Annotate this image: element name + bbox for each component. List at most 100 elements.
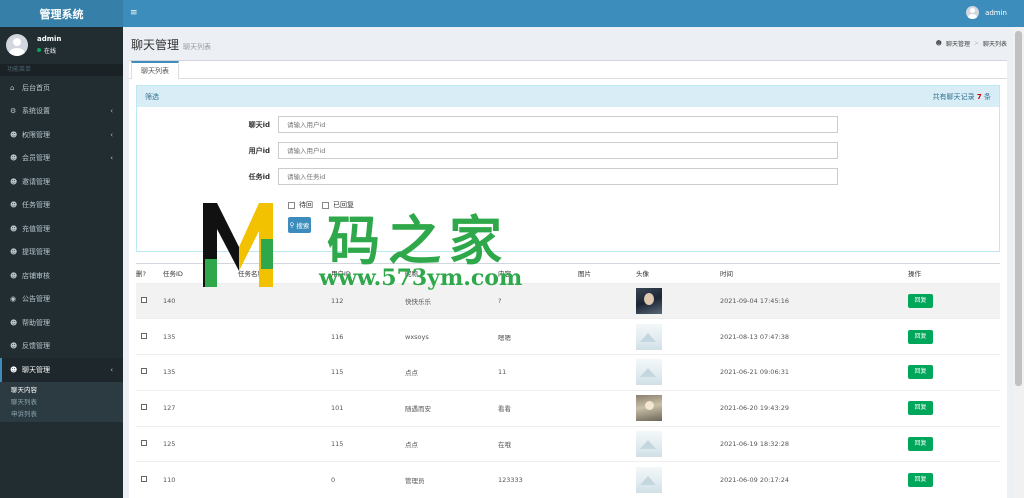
row-checkbox[interactable] xyxy=(141,296,147,303)
users-icon: ☻ xyxy=(10,365,18,374)
submenu-item-2[interactable]: 申诉列表 xyxy=(0,408,123,420)
row-checkbox[interactable] xyxy=(141,368,147,375)
sidebar-item-2[interactable]: ☻ 权限管理 ‹ xyxy=(0,123,123,147)
menu-toggle-icon[interactable]: ≡ xyxy=(130,8,138,18)
row-checkbox[interactable] xyxy=(141,332,147,339)
table-row: 135 115 点点 11 2021-06-21 09:06:31 回复 xyxy=(136,354,1000,391)
cell-task-id: 127 xyxy=(163,389,238,427)
nav-user-name: admin xyxy=(985,8,1007,17)
scroll-thumb[interactable] xyxy=(1015,31,1022,386)
replied-checkbox[interactable]: 已回复 xyxy=(322,200,354,210)
reply-button[interactable]: 回复 xyxy=(908,473,933,488)
sidebar-item-label: 提现管理 xyxy=(22,248,50,257)
row-checkbox[interactable] xyxy=(141,476,147,483)
top-navbar: ≡ admin xyxy=(123,0,1024,27)
cell-content: 123333 xyxy=(498,461,578,498)
cell-task-id: 135 xyxy=(163,354,238,391)
cell-avatar xyxy=(636,354,720,391)
chat-id-input[interactable] xyxy=(278,116,838,133)
nav-user-menu[interactable]: admin xyxy=(966,6,1007,19)
sidebar-item-6[interactable]: ☻ 充值管理 xyxy=(0,217,123,241)
sidebar-item-4[interactable]: ☻ 邀请管理 xyxy=(0,170,123,194)
sidebar-item-11[interactable]: ☻ 反馈管理 xyxy=(0,335,123,359)
row-checkbox[interactable] xyxy=(141,440,147,447)
cell-user-id: 116 xyxy=(331,318,405,355)
cell-image xyxy=(578,282,636,319)
reply-button[interactable]: 回复 xyxy=(908,437,933,452)
cell-user-id: 112 xyxy=(331,282,405,319)
row-checkbox-cell xyxy=(136,425,163,462)
pending-label: 待回 xyxy=(299,201,313,209)
form-row-task-id: 任务id xyxy=(137,168,838,185)
user-id-label: 用户id xyxy=(248,146,270,155)
chevron-left-icon: ‹ xyxy=(110,130,113,139)
users-icon: ☻ xyxy=(10,248,18,257)
nav-avatar xyxy=(966,6,980,19)
sidebar-item-label: 公告管理 xyxy=(22,295,50,304)
table-row: 140 112 快快乐乐? 2021-09-04 17:45:16 回复 xyxy=(136,282,1000,319)
sidebar-item-0[interactable]: ⌂ 后台首页 xyxy=(0,76,123,100)
reply-button[interactable]: 回复 xyxy=(908,401,933,416)
status-checkboxes: 待回 已回复 xyxy=(288,200,354,210)
filter-header: 筛选 共有聊天记录 7 条 xyxy=(137,86,999,107)
sidebar-item-1[interactable]: ⚙ 系统设置 ‹ xyxy=(0,100,123,124)
app-logo[interactable]: 管理系统 xyxy=(0,0,123,27)
users-icon: ☻ xyxy=(10,177,18,186)
reply-button[interactable]: 回复 xyxy=(908,293,933,308)
sidebar-item-7[interactable]: ☻ 提现管理 xyxy=(0,241,123,265)
task-id-input[interactable] xyxy=(278,168,838,185)
sidebar-item-label: 聊天管理 xyxy=(22,365,50,374)
cell-nickname: 随遇而安 xyxy=(405,389,498,427)
breadcrumb-users-icon: ☻ xyxy=(935,40,942,47)
pending-checkbox[interactable]: 待回 xyxy=(288,200,313,210)
cell-task-name xyxy=(238,354,331,391)
cell-user-id: 101 xyxy=(331,389,405,427)
table-header-row: 删? 任务ID 任务名称 用户ID 昵称 内容 图片 头像 时间 操作 xyxy=(136,264,1000,283)
reply-button[interactable]: 回复 xyxy=(908,365,933,380)
sidebar-item-label: 系统设置 xyxy=(22,107,50,116)
main-box: 聊天列表 筛选 共有聊天记录 7 条 聊天id 用户id 任务id 待回 已回复 xyxy=(129,60,1007,498)
breadcrumb-item-chat-list: 聊天列表 xyxy=(982,41,1007,48)
cell-nickname: 点点 xyxy=(405,354,498,391)
breadcrumb-item-chat-manage[interactable]: 聊天管理 xyxy=(946,39,970,48)
cell-task-name xyxy=(238,425,331,462)
sidebar-item-12[interactable]: ☻ 聊天管理 ‹ xyxy=(0,358,123,382)
tab-chat-list[interactable]: 聊天列表 xyxy=(131,61,179,79)
table-row: 127 101 随遇而安 看看 2021-06-20 19:43:29 回复 xyxy=(136,389,1000,427)
cell-time: 2021-06-09 20:17:24 xyxy=(720,461,908,498)
tab-bar: 聊天列表 xyxy=(129,61,1007,79)
sidebar-item-8[interactable]: ☻ 店铺审核 xyxy=(0,264,123,288)
cell-time: 2021-06-20 19:43:29 xyxy=(720,389,908,427)
col-nickname: 昵称 xyxy=(405,270,418,279)
sidebar-item-5[interactable]: ☻ 任务管理 xyxy=(0,194,123,218)
page-scrollbar[interactable] xyxy=(1013,27,1024,498)
cell-image xyxy=(578,389,636,427)
checkbox-icon xyxy=(322,201,329,209)
search-button[interactable]: ⚲ 搜索 xyxy=(288,217,311,233)
reply-button[interactable]: 回复 xyxy=(908,329,933,344)
sidebar-item-3[interactable]: ☻ 会员管理 ‹ xyxy=(0,147,123,171)
cell-avatar xyxy=(636,282,720,319)
cell-time: 2021-06-21 09:06:31 xyxy=(720,354,908,391)
row-checkbox-cell xyxy=(136,461,163,498)
user-id-input[interactable] xyxy=(278,142,838,159)
cell-task-name xyxy=(238,318,331,355)
col-content: 内容 xyxy=(498,270,511,279)
chevron-left-icon: ‹ xyxy=(110,154,113,163)
content-area: 聊天管理 聊天列表 ☻ 聊天管理 > 聊天列表 聊天列表 筛选 共有聊天记录 7 … xyxy=(123,27,1013,498)
table-row: 135 116 wxsoys 嗯嗯 2021-08-13 07:47:38 回复 xyxy=(136,318,1000,355)
row-checkbox[interactable] xyxy=(141,404,147,411)
sidebar-item-9[interactable]: ◉ 公告管理 xyxy=(0,288,123,312)
submenu-item-1[interactable]: 聊天列表 xyxy=(0,396,123,408)
cell-actions: 回复 xyxy=(908,389,1000,427)
cell-task-id: 125 xyxy=(163,425,238,462)
cell-time: 2021-09-04 17:45:16 xyxy=(720,282,908,319)
sidebar-item-10[interactable]: ☻ 帮助管理 xyxy=(0,311,123,335)
page-subtitle: 聊天列表 xyxy=(183,43,212,51)
task-id-label: 任务id xyxy=(248,172,270,181)
submenu-item-0[interactable]: 聊天内容 xyxy=(0,384,123,396)
cell-actions: 回复 xyxy=(908,354,1000,391)
count-prefix: 共有聊天记录 xyxy=(932,92,975,101)
cell-image xyxy=(578,425,636,462)
users-icon: ☻ xyxy=(10,224,18,233)
